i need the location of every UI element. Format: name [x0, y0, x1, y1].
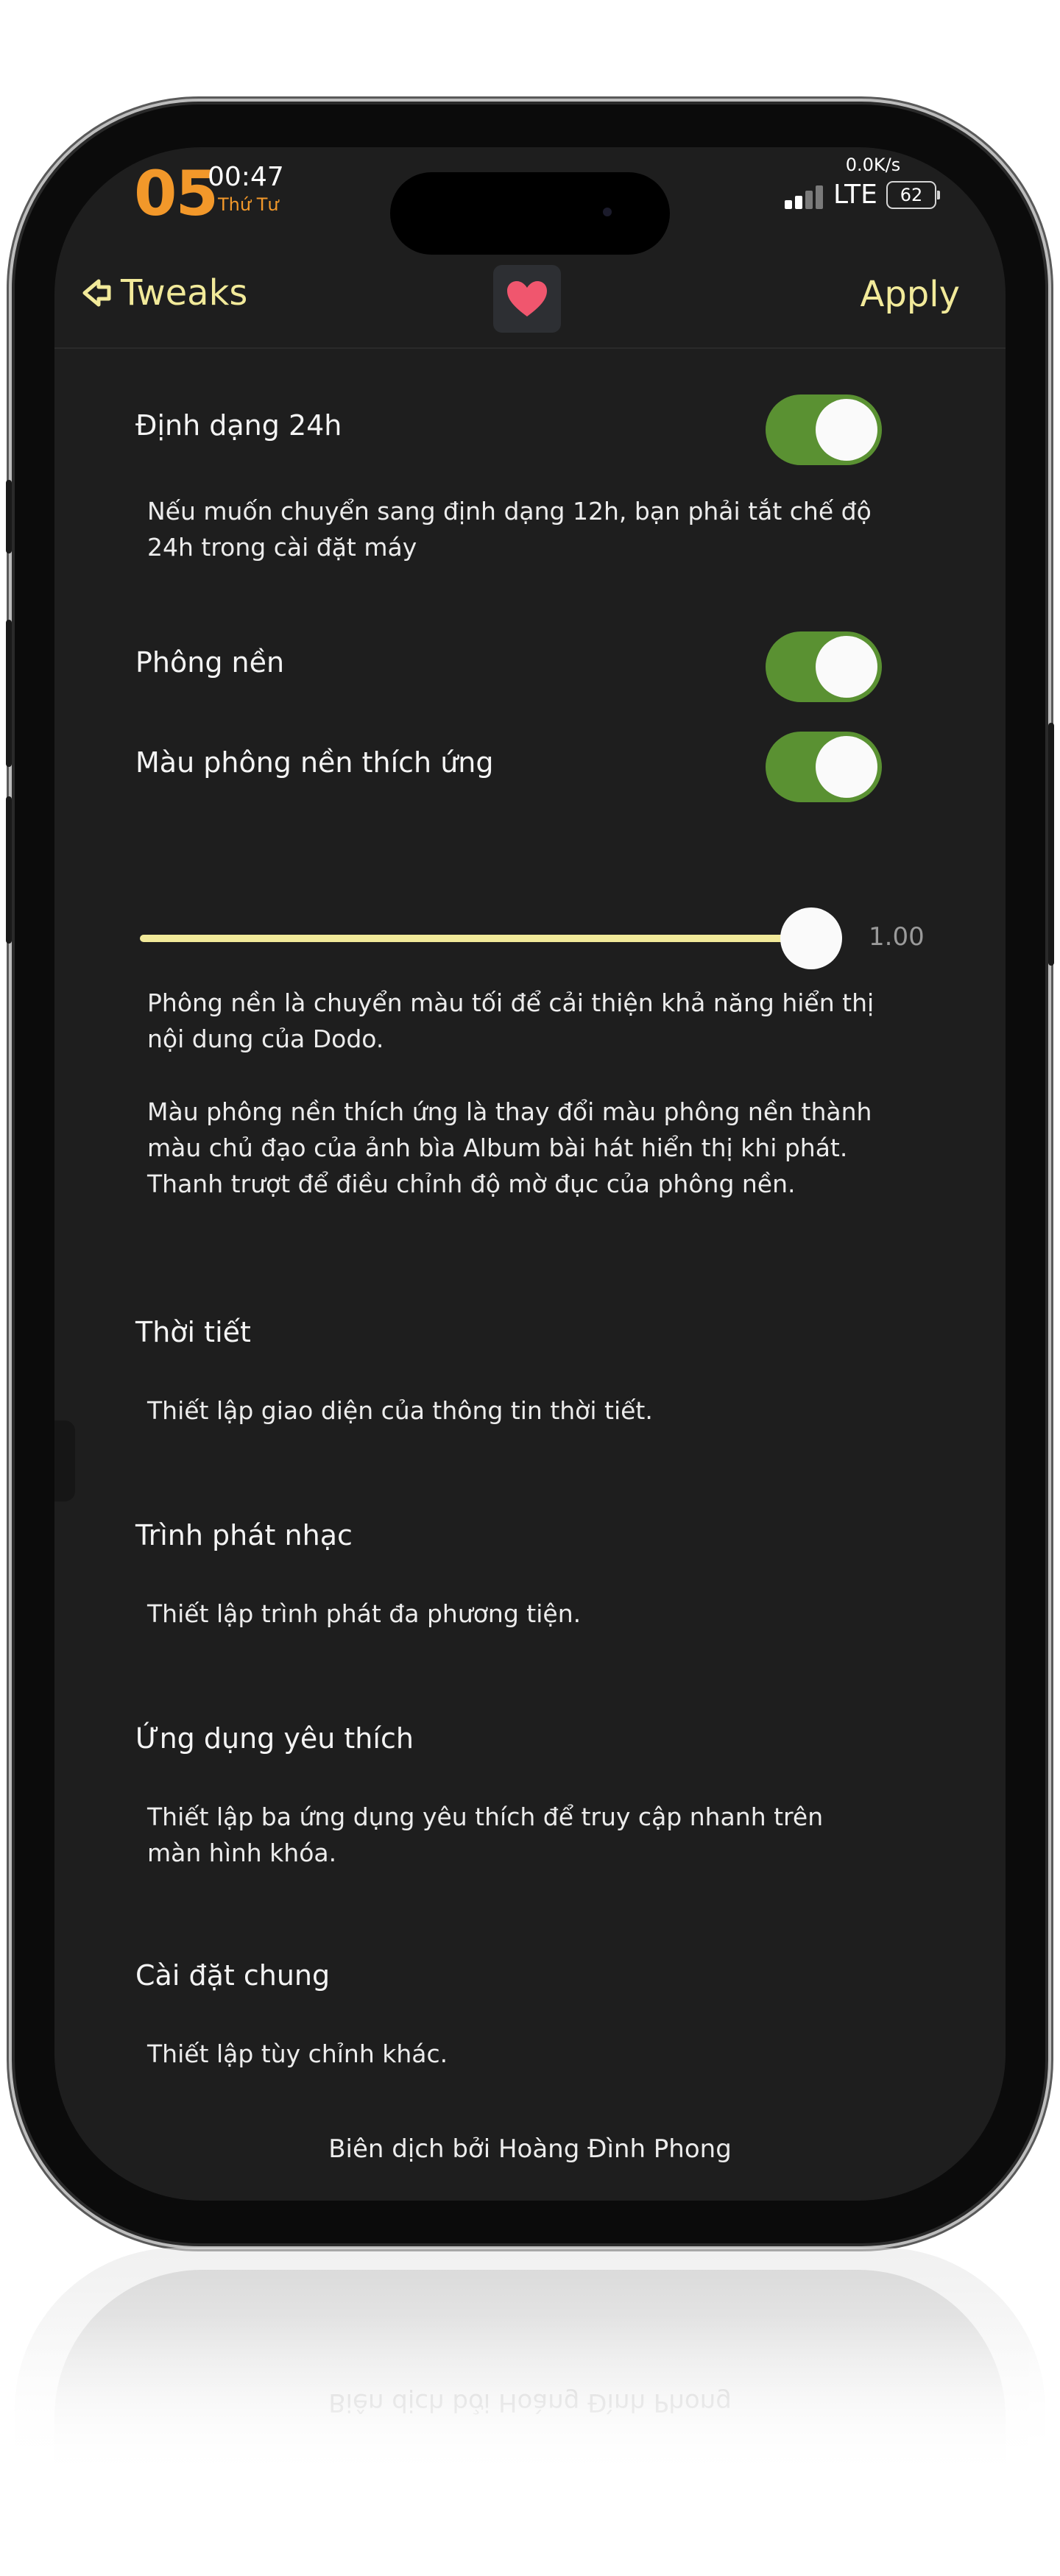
network-type: LTE	[833, 180, 877, 210]
phone-frame: 05 00:47 Thứ Tư 0.0K/s LTE 62 Tweaks App…	[6, 105, 1054, 2243]
mute-switch	[6, 480, 12, 553]
back-arrow-icon	[82, 279, 111, 307]
section-music-player[interactable]: Trình phát nhạc	[135, 1519, 353, 1551]
opacity-slider-track[interactable]	[140, 935, 785, 942]
screen: 05 00:47 Thứ Tư 0.0K/s LTE 62 Tweaks App…	[54, 147, 1006, 2201]
opacity-slider-thumb[interactable]	[780, 907, 842, 969]
credits: Biên dịch bởi Hoàng Đình Phong	[328, 2134, 732, 2164]
section-weather[interactable]: Thời tiết	[135, 1316, 251, 1348]
apply-button[interactable]: Apply	[860, 274, 960, 315]
format-24h-description: Nếu muốn chuyển sang định dạng 12h, bạn …	[147, 497, 872, 562]
background-label: Phông nền	[135, 646, 285, 679]
back-button[interactable]: Tweaks	[82, 272, 247, 314]
nav-divider	[54, 347, 1006, 349]
format-24h-label: Định dạng 24h	[135, 409, 342, 442]
section-favorite-apps-description: Thiết lập ba ứng dụng yêu thích để truy …	[147, 1802, 824, 1867]
heart-icon	[507, 281, 547, 316]
battery-indicator: 62	[886, 181, 940, 209]
battery-level: 62	[900, 185, 923, 205]
power-button	[1048, 723, 1054, 966]
background-toggle[interactable]	[766, 631, 882, 702]
adaptive-color-description: Màu phông nền thích ứng là thay đổi màu …	[147, 1097, 872, 1198]
dynamic-island	[390, 172, 670, 255]
volume-up-button	[6, 620, 12, 767]
volume-down-button	[6, 796, 12, 944]
section-weather-description: Thiết lập giao diện của thông tin thời t…	[147, 1396, 653, 1425]
back-label: Tweaks	[121, 272, 248, 314]
edge-handle[interactable]	[54, 1420, 75, 1501]
network-speed: 0.0K/s	[845, 155, 901, 175]
clock-day: Thứ Tư	[218, 194, 279, 215]
signal-bars-icon	[785, 185, 823, 209]
opacity-value: 1.00	[869, 922, 925, 952]
section-general-description: Thiết lập tùy chỉnh khác.	[147, 2039, 448, 2068]
section-general[interactable]: Cài đặt chung	[135, 1959, 330, 1992]
clock-hour: 05	[134, 158, 219, 230]
section-music-player-description: Thiết lập trình phát đa phương tiện.	[147, 1599, 582, 1628]
format-24h-toggle[interactable]	[766, 394, 882, 465]
reflection-fade	[0, 2318, 1060, 2576]
clock-minute: 00:47	[208, 162, 284, 192]
background-description: Phông nền là chuyển màu tối để cải thiện…	[147, 988, 875, 1053]
adaptive-color-toggle[interactable]	[766, 732, 882, 802]
heart-button[interactable]	[493, 265, 561, 333]
adaptive-color-label: Màu phông nền thích ứng	[135, 746, 494, 779]
section-favorite-apps[interactable]: Ứng dụng yêu thích	[135, 1722, 414, 1755]
